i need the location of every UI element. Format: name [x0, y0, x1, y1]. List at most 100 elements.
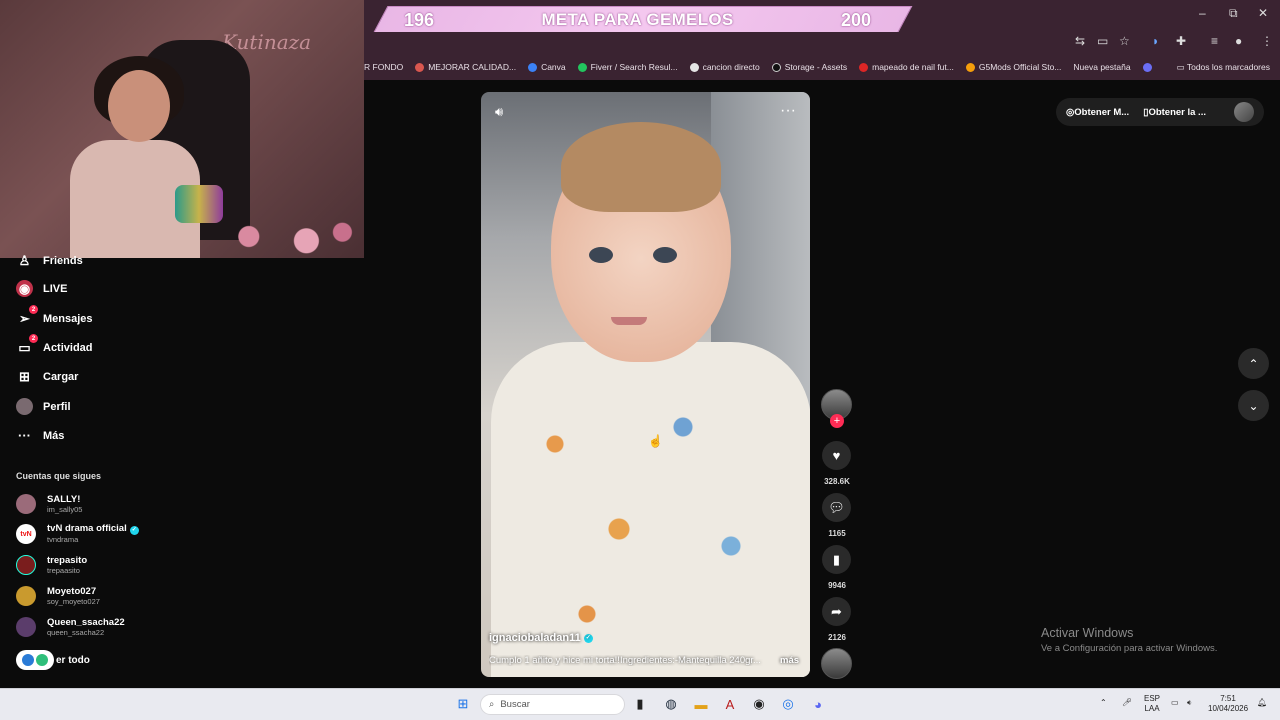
more-icon: ···	[18, 428, 31, 443]
activity-badge: 2	[29, 334, 38, 343]
bookmark-fondo[interactable]: R FONDO	[364, 62, 403, 72]
next-video-button[interactable]: ⌄	[1238, 390, 1269, 421]
file-explorer-icon[interactable]: ▬	[692, 695, 710, 713]
bookmark-mejorar-calidad[interactable]: MEJORAR CALIDAD...	[415, 62, 516, 72]
bookmark-label: G5Mods Official Sto...	[978, 62, 1062, 72]
share-button[interactable]: ➦	[822, 597, 851, 626]
comment-button[interactable]: 💬︎	[822, 493, 851, 522]
watermark-title: Activar Windows	[1041, 626, 1134, 640]
bookmark-star-icon[interactable]: ☆	[1119, 34, 1130, 48]
acrobat-icon[interactable]: A	[721, 695, 739, 713]
following-section-title: Cuentas que sigues	[16, 471, 102, 481]
nav-more[interactable]: ··· Más	[16, 427, 64, 444]
profile-avatar-icon[interactable]: ●	[1235, 34, 1242, 48]
previous-video-button[interactable]: ⌃	[1238, 348, 1269, 379]
save-button[interactable]: ▮	[822, 545, 851, 574]
bookmarks-bar: R FONDO MEJORAR CALIDAD... Canva Fiverr …	[364, 54, 1280, 80]
extension-icon[interactable]: ◗	[1152, 34, 1159, 48]
bookmark-fiverr[interactable]: Fiverr / Search Resul...	[577, 62, 678, 72]
account-handle: queen_ssacha22	[47, 627, 105, 637]
nav-activity[interactable]: ▭ 2 Actividad	[16, 334, 93, 356]
folder-icon: ▭	[1176, 62, 1187, 72]
goal-target: 200	[840, 9, 871, 30]
video-baby-eye	[589, 247, 613, 263]
like-button[interactable]: ♥	[822, 441, 851, 470]
translate-icon[interactable]: ⇆	[1075, 34, 1085, 48]
task-view-icon[interactable]: ▮	[631, 695, 649, 713]
bookmark-mapeado[interactable]: mapeado de nail fut...	[859, 62, 954, 72]
cast-icon[interactable]: ▭	[1097, 34, 1108, 48]
video-player[interactable]: 🔊︎ ··· ignaciobaladan11 ✓ Cumplo 1 añito …	[481, 92, 810, 677]
obs-icon[interactable]: ◉	[750, 695, 768, 713]
nav-profile[interactable]: Perfil	[16, 398, 71, 415]
notification-bell-icon[interactable]: 🔔︎	[1257, 698, 1267, 708]
bookmark-favicon	[965, 62, 975, 72]
bookmark-label: cancion directo	[702, 62, 760, 72]
nav-upload[interactable]: ⊞ Cargar	[16, 368, 78, 385]
video-author[interactable]: ignaciobaladan11 ✓	[489, 632, 593, 644]
webcam-person-face	[108, 70, 170, 142]
extensions-puzzle-icon[interactable]: ✚	[1176, 34, 1186, 48]
bookmark-g5mods[interactable]: G5Mods Official Sto...	[965, 62, 1062, 72]
canva-icon	[528, 62, 538, 72]
microphone-icon[interactable]: 🎤︎	[1122, 698, 1132, 708]
restore-button[interactable]: ⧉	[1229, 6, 1238, 21]
close-button[interactable]: ✕	[1258, 6, 1268, 20]
following-account[interactable]: SALLY! im_sally05	[16, 494, 82, 514]
video-author-name: ignaciobaladan11	[489, 632, 581, 644]
get-coins-label: Obtener M...	[1074, 106, 1130, 118]
nav-label: Mensajes	[43, 312, 93, 325]
taskbar-search[interactable]: ⌕ Buscar	[480, 694, 625, 715]
messages-badge: 2	[29, 305, 38, 314]
see-all-button[interactable]: er todo	[16, 650, 90, 670]
minimize-button[interactable]: –	[1199, 6, 1206, 20]
chrome-icon[interactable]: ◎	[779, 695, 797, 713]
steam-icon[interactable]: ◍	[662, 695, 680, 713]
bookmark-storage-assets[interactable]: Storage - Assets	[771, 62, 847, 72]
media-control-icon[interactable]: ≡	[1211, 34, 1218, 48]
avatar	[16, 555, 36, 575]
caption-more-button[interactable]: más	[780, 655, 799, 666]
avatar	[16, 494, 36, 514]
nav-live[interactable]: ◉ LIVE	[16, 280, 67, 297]
user-avatar[interactable]	[1234, 102, 1254, 122]
more-options-icon[interactable]: ···	[780, 102, 796, 120]
sound-disc-avatar[interactable]	[821, 648, 852, 679]
following-account[interactable]: Queen_ssacha22 queen_ssacha22	[16, 617, 125, 637]
get-app-button[interactable]: ▯ Obtener la ...	[1143, 107, 1206, 118]
heart-icon: ♥	[832, 448, 841, 463]
following-account[interactable]: Moyeto027 soy_moyeto027	[16, 586, 100, 606]
windows-activation-watermark: Activar Windows Ve a Configuración para …	[1041, 626, 1217, 654]
bookmark-cancion-directo[interactable]: cancion directo	[689, 62, 760, 72]
windows-start-icon[interactable]: ⊞	[454, 695, 472, 713]
follow-plus-icon[interactable]: +	[830, 414, 844, 428]
bookmark-favicon	[771, 62, 781, 72]
webcam-overlay: Kutinaza	[0, 0, 364, 258]
volume-icon[interactable]: 🔊︎	[495, 104, 503, 120]
bookmark-discord[interactable]	[1142, 62, 1156, 72]
tray-overflow-icon[interactable]: ⌃	[1100, 698, 1107, 708]
network-icon[interactable]: ▭	[1171, 698, 1179, 708]
following-account[interactable]: trepasito trepaasito	[16, 555, 87, 575]
get-app-label: Obtener la ...	[1148, 106, 1206, 118]
account-handle: im_sally05	[47, 504, 83, 514]
following-account[interactable]: tvN tvN drama official ✓ tvndrama	[16, 524, 139, 544]
messages-icon: ➢ 2	[16, 305, 38, 327]
nav-messages[interactable]: ➢ 2 Mensajes	[16, 305, 93, 327]
volume-icon[interactable]: 🔉︎	[1187, 698, 1192, 708]
friends-icon: ♙	[18, 252, 31, 268]
webcam-microphone	[175, 185, 223, 223]
browser-menu-icon[interactable]: ⋮	[1261, 34, 1273, 48]
get-coins-button[interactable]: ◎ Obtener M...	[1066, 107, 1129, 118]
live-icon: ◉	[16, 280, 33, 297]
discord-icon[interactable]: ◕	[809, 695, 827, 713]
video-baby-eye	[653, 247, 677, 263]
share-count: 2126	[828, 633, 846, 642]
bookmark-nueva-pestana[interactable]: Nueva pestaña	[1073, 62, 1130, 72]
nav-friends[interactable]: ♙ Friends	[16, 252, 83, 269]
nav-label: Cargar	[43, 370, 79, 383]
language-indicator[interactable]: ESP LAA	[1144, 694, 1160, 714]
all-bookmarks[interactable]: ▭ Todos los marcadores	[1177, 62, 1270, 73]
clock[interactable]: 7:51 10/04/2026	[1208, 694, 1248, 714]
bookmark-canva[interactable]: Canva	[528, 62, 566, 72]
